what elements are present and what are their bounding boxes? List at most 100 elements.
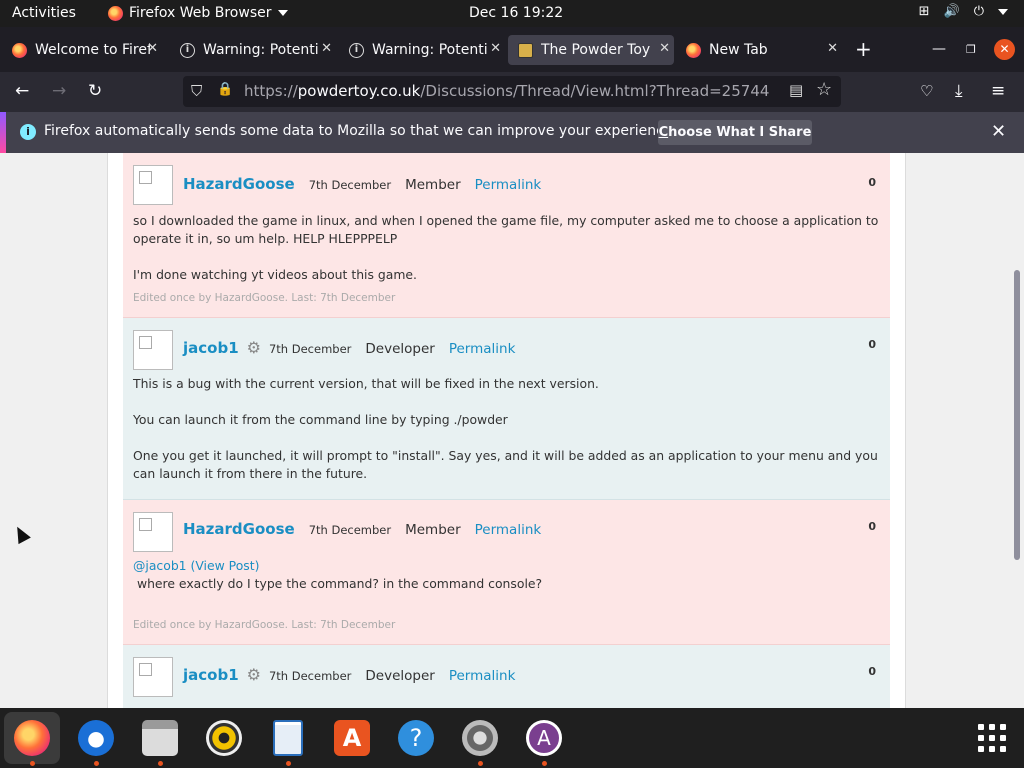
choose-what-i-share-button[interactable]: Choose What I Share — [658, 120, 812, 145]
scrollbar-thumb[interactable] — [1014, 270, 1020, 560]
post-header: jacob1 ⚙ 7th December Developer Permalin… — [183, 338, 515, 357]
avatar[interactable] — [133, 512, 173, 552]
chevron-down-icon — [998, 8, 1008, 15]
dock-files[interactable] — [132, 712, 188, 766]
post: HazardGoose 7th December Member Permalin… — [123, 153, 890, 318]
reload-button[interactable]: ↻ — [88, 81, 102, 101]
post-username[interactable]: HazardGoose — [183, 520, 295, 538]
show-applications-button[interactable] — [978, 724, 1006, 752]
chevron-down-icon — [277, 10, 288, 16]
grid-dot — [978, 735, 984, 741]
url-path: /Discussions/Thread/View.html?Thread=257… — [420, 82, 770, 100]
dock-writer[interactable] — [260, 712, 316, 766]
grid-dot — [989, 724, 995, 730]
tab-warning-2[interactable]: i Warning: Potenti ✕ — [339, 35, 505, 65]
avatar[interactable] — [133, 330, 173, 370]
system-top-bar: Activities Firefox Web Browser Dec 16 19… — [0, 0, 1024, 27]
post-paragraph: You can launch it from the command line … — [133, 412, 508, 427]
app-menu[interactable]: Firefox Web Browser — [108, 5, 288, 21]
minimize-button[interactable]: — — [932, 41, 946, 57]
powder-toy-icon — [518, 42, 533, 58]
close-icon[interactable]: ✕ — [490, 41, 501, 56]
page-viewport: HazardGoose 7th December Member Permalin… — [0, 153, 1024, 708]
post: HazardGoose 7th December Member Permalin… — [123, 500, 890, 645]
avatar[interactable] — [133, 657, 173, 697]
dock-app-installer[interactable]: A — [516, 712, 572, 766]
post-paragraph: This is a bug with the current version, … — [133, 376, 599, 391]
clock[interactable]: Dec 16 19:22 — [469, 5, 563, 21]
lock-icon[interactable]: 🔒 — [217, 82, 233, 97]
permalink-link[interactable]: Permalink — [475, 522, 542, 538]
close-icon[interactable]: ✕ — [827, 41, 838, 56]
bookmark-star-icon[interactable]: ☆ — [816, 79, 832, 100]
tab-warning-1[interactable]: i Warning: Potenti ✕ — [170, 35, 336, 65]
dock-help[interactable]: ? — [388, 712, 444, 764]
tab-title: New Tab — [709, 42, 768, 58]
rhythmbox-icon — [206, 720, 242, 756]
permalink-link[interactable]: Permalink — [475, 177, 542, 193]
dock-thunderbird[interactable] — [68, 712, 124, 766]
folder-icon — [142, 720, 178, 756]
post-paragraph: I'm done watching yt videos about this g… — [133, 267, 417, 282]
post-rank: Member — [405, 522, 461, 538]
hamburger-menu-icon[interactable]: ≡ — [991, 81, 1005, 101]
close-icon[interactable]: ✕ — [321, 41, 332, 56]
network-icon: ⊞ — [918, 4, 930, 19]
post-score: 0 — [868, 176, 876, 189]
post-username[interactable]: HazardGoose — [183, 175, 295, 193]
post-rank: Developer — [365, 341, 435, 357]
dock-firefox[interactable] — [4, 712, 60, 766]
activities-button[interactable]: Activities — [12, 5, 76, 21]
post-date: 7th December — [308, 178, 392, 192]
dock: A ? A — [0, 708, 1024, 768]
post-username[interactable]: jacob1 — [183, 339, 239, 357]
forward-button[interactable]: → — [52, 81, 66, 101]
back-button[interactable]: ← — [15, 81, 29, 101]
post-date: 7th December — [268, 669, 352, 683]
window-close-button[interactable]: ✕ — [994, 39, 1015, 60]
thread-content: HazardGoose 7th December Member Permalin… — [107, 153, 906, 708]
help-icon: ? — [398, 720, 434, 756]
dock-software[interactable]: A — [324, 712, 380, 764]
shield-icon[interactable]: ⛉ — [191, 82, 202, 100]
close-icon[interactable]: ✕ — [991, 121, 1006, 142]
permalink-link[interactable]: Permalink — [449, 341, 516, 357]
firefox-icon — [108, 5, 123, 21]
dock-rhythmbox[interactable] — [196, 712, 252, 764]
scrollbar[interactable] — [1012, 153, 1024, 708]
power-icon: ⏻ — [973, 4, 984, 19]
dock-settings[interactable] — [452, 712, 508, 766]
software-bag-icon: A — [334, 720, 370, 756]
permalink-link[interactable]: Permalink — [449, 668, 516, 684]
post-header: jacob1 ⚙ 7th December Developer Permalin… — [183, 665, 515, 684]
warning-icon: i — [349, 42, 364, 58]
restore-button[interactable]: ❐ — [966, 43, 976, 56]
pocket-icon[interactable]: ♡ — [920, 82, 933, 100]
firefox-icon — [686, 42, 701, 58]
post-paragraph: One you get it launched, it will prompt … — [133, 448, 878, 481]
info-icon: i — [20, 124, 36, 140]
post-rank: Developer — [365, 668, 435, 684]
app-installer-icon: A — [526, 720, 562, 756]
system-tray[interactable]: ⊞ 🔊 ⏻ — [919, 4, 1008, 19]
tab-welcome[interactable]: Welcome to Firef ✕ — [2, 35, 162, 65]
post: jacob1 ⚙ 7th December Developer Permalin… — [123, 318, 890, 500]
downloads-icon[interactable]: ⤓ — [955, 81, 963, 101]
url-text[interactable]: https://powdertoy.co.uk/Discussions/Thre… — [244, 82, 769, 100]
post-username[interactable]: jacob1 — [183, 666, 239, 684]
new-tab-button[interactable]: + — [855, 37, 872, 61]
avatar[interactable] — [133, 165, 173, 205]
post-body: @jacob1 (View Post) where exactly do I t… — [133, 557, 881, 593]
quote-link[interactable]: @jacob1 (View Post) — [133, 557, 881, 575]
post-score: 0 — [868, 665, 876, 678]
close-icon[interactable]: ✕ — [147, 41, 158, 56]
reader-view-icon[interactable]: ▤ — [789, 81, 803, 99]
tab-new-tab[interactable]: New Tab ✕ — [676, 35, 842, 65]
notification-accent — [0, 112, 6, 153]
close-icon[interactable]: ✕ — [659, 41, 670, 56]
edited-note: Edited once by HazardGoose. Last: 7th De… — [133, 292, 396, 304]
tab-powder-toy[interactable]: The Powder Toy ✕ — [508, 35, 674, 65]
url-bar[interactable]: ⛉ 🔒 https://powdertoy.co.uk/Discussions/… — [183, 76, 841, 107]
grid-dot — [978, 746, 984, 752]
running-indicator — [158, 761, 163, 766]
